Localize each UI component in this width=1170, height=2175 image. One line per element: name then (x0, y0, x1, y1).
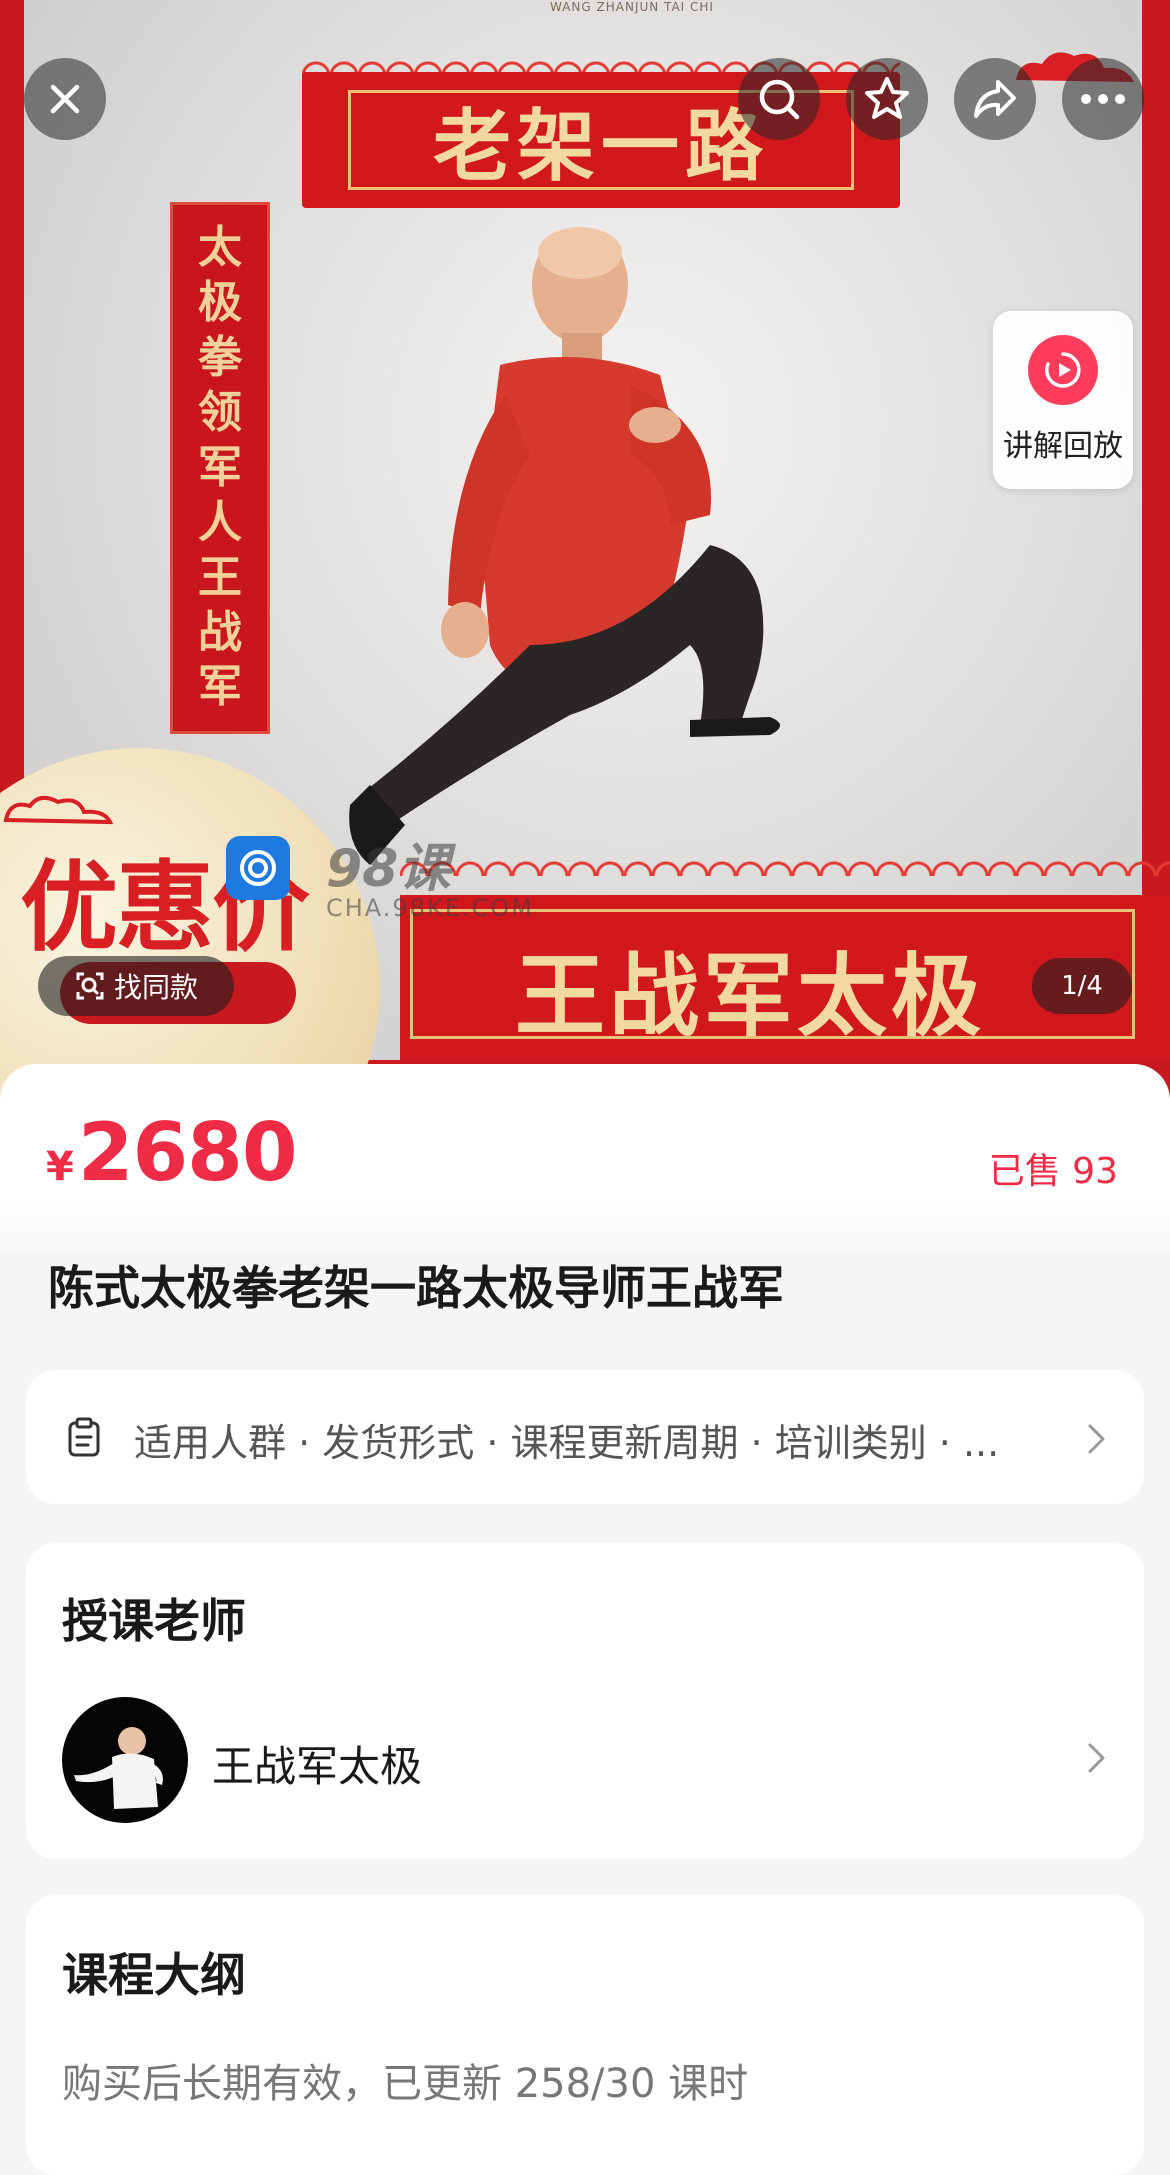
banner-top-text: 老架一路 (432, 102, 769, 192)
more-icon (1081, 94, 1125, 104)
watermark-domain: CHA.98KE.COM (326, 894, 534, 922)
outline-description: 购买后长期有效，已更新 258/30 课时 (62, 2061, 749, 2107)
scan-icon (76, 972, 104, 1000)
teacher-name[interactable]: 王战军太极 (212, 1733, 422, 1794)
play-replay-icon (1028, 335, 1098, 405)
brand-caption: WANG ZHANJUN TAI CHI (550, 0, 714, 14)
currency-symbol: ¥ (46, 1144, 74, 1190)
star-icon (865, 77, 909, 119)
close-button[interactable] (24, 58, 106, 140)
more-button[interactable] (1062, 58, 1144, 140)
product-title: 陈式太极拳老架一路太极导师王战军 (48, 1261, 784, 1315)
watermark-text: 98课 (326, 839, 451, 899)
find-similar-label: 找同款 (113, 971, 198, 1004)
price-value: 2680 (77, 1106, 298, 1199)
vertical-banner: 太 极 拳 领 军 人 王 战 军 (170, 202, 270, 734)
chevron-right-icon (1088, 1424, 1105, 1454)
share-button[interactable] (954, 58, 1036, 140)
clipboard-icon (68, 1417, 100, 1457)
product-image-carousel[interactable]: WANG ZHANJUN TAI CHI 老架一路 太 极 拳 领 军 人 王 … (0, 0, 1170, 1100)
search-button[interactable] (738, 58, 820, 140)
vertical-char: 太 (198, 222, 242, 274)
vertical-char: 王 (198, 551, 242, 603)
find-similar-button[interactable]: 找同款 (38, 956, 234, 1016)
vertical-char: 拳 (198, 332, 242, 384)
vertical-char: 人 (198, 496, 242, 548)
outline-section-title: 课程大纲 (62, 1948, 246, 2002)
attributes-row[interactable]: 适用人群 · 发货形式 · 课程更新周期 · 培训类别 · ... (26, 1370, 1144, 1504)
image-pager: 1/4 (1032, 958, 1132, 1014)
vertical-char: 极 (198, 277, 242, 329)
teacher-section-title: 授课老师 (62, 1594, 246, 1648)
replay-label: 讲解回放 (1003, 429, 1123, 464)
chevron-right-icon[interactable] (1086, 1741, 1108, 1775)
cloud-ornament (3, 795, 114, 825)
live-replay-button[interactable]: 讲解回放 (993, 311, 1133, 489)
close-icon (50, 84, 80, 114)
vertical-char: 战 (198, 606, 242, 658)
attributes-summary: 适用人群 · 发货形式 · 课程更新周期 · 培训类别 · ... (134, 1421, 1000, 1465)
watermark-logo (226, 836, 290, 900)
vertical-char: 军 (198, 441, 242, 493)
course-outline-section: 课程大纲 购买后长期有效，已更新 258/30 课时 (26, 1895, 1144, 2175)
decorative-scallop (400, 850, 1170, 876)
price: ¥ 2680 (46, 1106, 297, 1199)
instructor-figure (349, 227, 780, 865)
vertical-char: 领 (198, 387, 242, 439)
favorite-button[interactable] (846, 58, 928, 140)
banner-bottom-text: 王战军太极 (515, 944, 985, 1049)
search-icon (759, 79, 800, 120)
teacher-avatar[interactable] (62, 1697, 188, 1823)
sold-count: 已售 93 (988, 1151, 1118, 1192)
share-icon (974, 80, 1016, 118)
teacher-section: 授课老师 王战军太极 (26, 1543, 1144, 1859)
vertical-char: 军 (198, 661, 242, 713)
